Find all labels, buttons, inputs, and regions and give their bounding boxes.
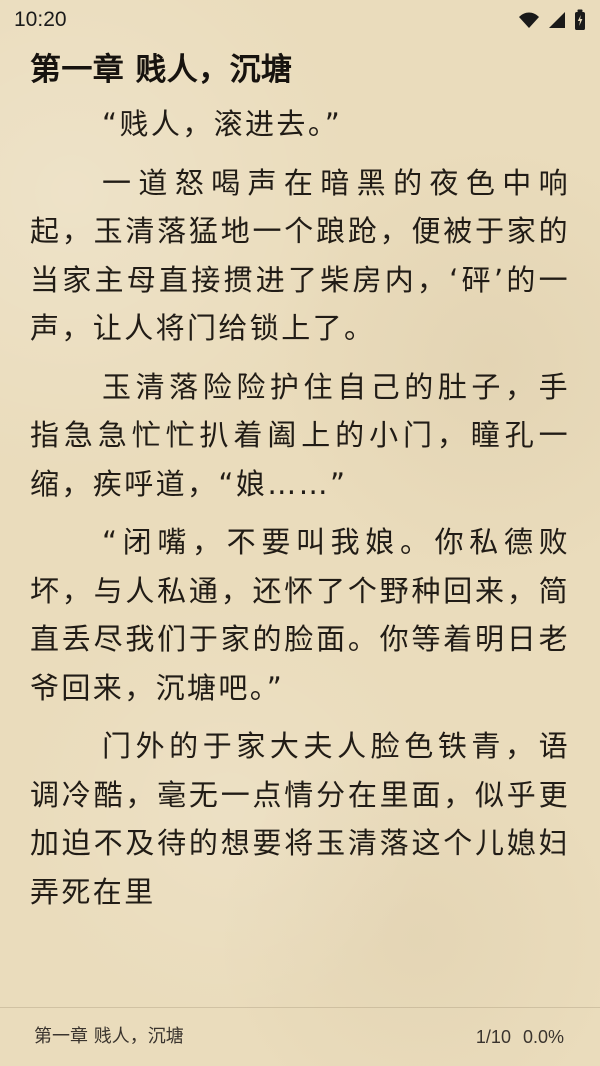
percent-indicator: 0.0% <box>522 1027 564 1047</box>
status-icons <box>518 8 586 32</box>
chapter-content: “贱人，滚进去。” 一道怒喝声在暗黑的夜色中响起，玉清落猛地一个踉跄，便被于家的… <box>30 100 570 1005</box>
page-indicator: 1/10 <box>475 1027 511 1047</box>
paragraph: 玉清落险险护住自己的肚子，手指急急忙忙扒着阖上的小门，瞳孔一缩，疾呼道，“娘……… <box>30 369 570 501</box>
chapter-title: 第一章 贱人，沉塘 <box>30 52 293 88</box>
reader-footer: 第一章 贱人，沉塘 1/10 0.0% <box>0 1008 600 1066</box>
status-bar: 10:20 <box>0 0 600 40</box>
wifi-icon <box>519 12 539 28</box>
reader-page: 第一章 贱人，沉塘 “贱人，滚进去。” 一道怒喝声在暗黑的夜色中响起，玉清落猛地… <box>0 40 600 1006</box>
paragraph: 一道怒喝声在暗黑的夜色中响起，玉清落猛地一个踉跄，便被于家的当家主母直接掼进了柴… <box>30 165 570 346</box>
paragraph: “闭嘴，不要叫我娘。你私德败坏，与人私通，还怀了个野种回来，简直丢尽我们于家的脸… <box>30 525 570 705</box>
status-time: 10:20 <box>14 8 67 31</box>
footer-chapter-title: 第一章 贱人，沉塘 <box>34 1026 184 1047</box>
battery-charging-icon <box>575 9 585 30</box>
paragraph: 门外的于家大夫人脸色铁青，语调冷酷，毫无一点情分在里面，似乎更加迫不及待的想要将… <box>30 729 570 909</box>
cellular-signal-icon <box>549 12 565 28</box>
paragraph: “贱人，滚进去。” <box>102 107 343 141</box>
reading-progress: 1/10 0.0% <box>476 1025 564 1049</box>
